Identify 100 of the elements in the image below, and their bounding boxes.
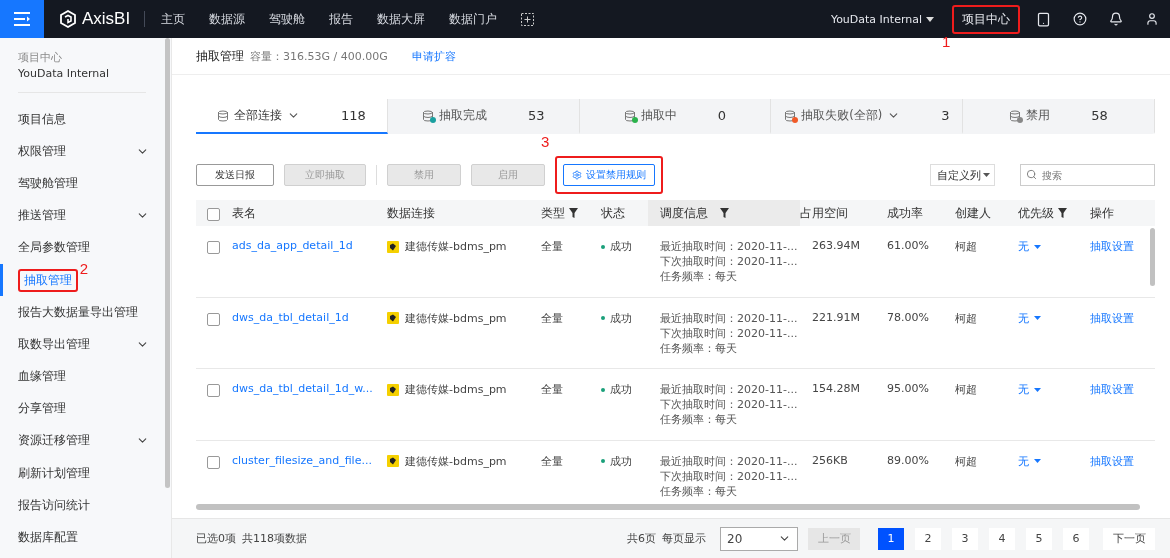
status-tab[interactable]: 抽取中 0 <box>579 99 772 134</box>
caret-icon <box>1034 459 1041 463</box>
sidebar-item[interactable]: 分享管理 <box>18 401 66 417</box>
workspace-dropdown[interactable]: YouData Internal <box>824 11 940 27</box>
next-page-button[interactable]: 下一页 <box>1103 527 1155 550</box>
database-icon <box>217 109 229 122</box>
select-all-checkbox[interactable] <box>207 207 220 221</box>
page-button[interactable]: 6 <box>1063 527 1089 550</box>
priority-dropdown[interactable]: 无 <box>1018 453 1041 469</box>
table-name-link[interactable]: dws_da_tbl_detail_1d_w... <box>232 382 373 395</box>
page-button[interactable]: 4 <box>989 527 1015 550</box>
user-icon[interactable] <box>1145 12 1159 26</box>
nav-link[interactable]: 数据源 <box>197 10 258 28</box>
priority-dropdown[interactable]: 无 <box>1018 382 1041 397</box>
schedule-line: 下次抽取时间：2020-11-... <box>660 254 799 269</box>
row-checkbox[interactable] <box>207 384 220 397</box>
scrollbar[interactable] <box>165 38 170 488</box>
scrollbar[interactable] <box>1150 228 1155 286</box>
status-tab[interactable]: 禁用 58 <box>963 99 1155 134</box>
sidebar-item[interactable]: 资源迁移管理 <box>18 433 90 449</box>
table-cell: 成功 <box>610 382 632 397</box>
extract-settings-link[interactable]: 抽取设置 <box>1090 383 1134 396</box>
total-count: 共118项数据 <box>242 531 307 546</box>
extract-settings-link[interactable]: 抽取设置 <box>1090 454 1134 468</box>
sidebar-item[interactable]: 取数导出管理 <box>18 336 90 352</box>
project-center-link[interactable]: 项目中心 <box>954 6 1018 32</box>
schedule-line: 任务频率：每天 <box>660 269 738 284</box>
scrollbar[interactable] <box>196 504 1140 510</box>
extract-settings-link[interactable]: 抽取设置 <box>1090 240 1134 253</box>
caret-icon <box>983 173 990 177</box>
help-icon[interactable] <box>1073 12 1087 26</box>
column-header: 类型 <box>541 200 601 226</box>
page-button[interactable]: 5 <box>1026 527 1052 550</box>
extract-settings-link[interactable]: 抽取设置 <box>1090 311 1134 325</box>
sidebar-item[interactable]: 推送管理 <box>18 208 66 224</box>
logo-icon <box>60 10 76 28</box>
status-count: 118 <box>341 108 366 123</box>
filter-icon[interactable] <box>569 208 578 218</box>
page-button[interactable]: 2 <box>915 527 941 550</box>
disable-rule-button[interactable]: 设置禁用规则 <box>563 164 655 186</box>
nav-link[interactable]: 数据大屏 <box>365 10 438 28</box>
status-label: 全部连接 <box>234 108 282 123</box>
status-tab[interactable]: 全部连接 118 <box>196 99 388 134</box>
schedule-line: 最近抽取时间：2020-11-... <box>660 453 799 469</box>
table-cell-text: 221.91M <box>811 310 861 326</box>
column-header: 状态 <box>601 204 626 222</box>
sidebar-item[interactable]: 抽取管理 <box>20 270 76 290</box>
table-cell: 建德传媒-bdms_pm <box>405 453 507 469</box>
sidebar-item[interactable]: 血缘管理 <box>18 369 66 385</box>
toolbar-button[interactable]: 发送日报 <box>196 164 274 186</box>
capacity-text: 容量：316.53G / 400.00G <box>250 48 388 64</box>
page-button[interactable]: 3 <box>952 527 978 550</box>
priority-dropdown[interactable]: 无 <box>1018 239 1041 254</box>
status-dot <box>601 244 605 249</box>
nav-link[interactable]: 驾驶舱 <box>257 10 318 28</box>
table-name-link[interactable]: ads_da_app_detail_1d <box>232 239 353 252</box>
column-header: 调度信息 <box>648 200 800 226</box>
schedule-line: 最近抽取时间：2020-11-... <box>660 382 799 397</box>
row-checkbox[interactable] <box>207 312 220 326</box>
request-expansion-link[interactable]: 申请扩容 <box>411 48 456 64</box>
page-size-select[interactable]: 20 <box>720 526 798 551</box>
sidebar-item[interactable]: 报告访问统计 <box>18 497 90 513</box>
tablet-icon[interactable] <box>1036 11 1051 27</box>
table-name-link[interactable]: dws_da_tbl_detail_1d <box>232 310 349 324</box>
sidebar-item[interactable]: 刷新计划管理 <box>18 465 90 481</box>
schedule-line: 下次抽取时间：2020-11-... <box>660 325 799 341</box>
status-tab[interactable]: 抽取完成 53 <box>387 99 580 134</box>
schedule-line: 下次抽取时间：2020-11-... <box>660 468 799 484</box>
sidebar-item[interactable]: 报告大数据量导出管理 <box>18 304 138 320</box>
custom-columns-dropdown[interactable]: 自定义列 <box>930 164 995 186</box>
table-cell-text: 263.94M <box>811 239 861 254</box>
sidebar-item[interactable]: 权限管理 <box>18 143 66 159</box>
sidebar-item[interactable]: 项目信息 <box>18 111 66 127</box>
nav-link[interactable]: 报告 <box>317 10 366 28</box>
search-field[interactable]: 搜索 <box>1020 164 1155 186</box>
page-count: 共6页 <box>627 531 656 546</box>
column-header: 占用空间 <box>800 204 849 222</box>
filter-icon[interactable] <box>720 208 729 218</box>
row-checkbox[interactable] <box>207 455 220 469</box>
status-dot <box>601 459 605 463</box>
schedule-line: 下次抽取时间：2020-11-... <box>660 397 799 412</box>
menu-button[interactable] <box>0 0 44 38</box>
sidebar-item[interactable]: 驾驶舱管理 <box>18 175 78 191</box>
table-cell: 建德传媒-bdms_pm <box>405 239 507 254</box>
filter-icon[interactable] <box>1058 208 1067 218</box>
row-checkbox[interactable] <box>207 241 220 254</box>
table-cell-text: 154.28M <box>811 382 861 397</box>
priority-dropdown[interactable]: 无 <box>1018 310 1041 326</box>
status-tab[interactable]: 抽取失败(全部) 3 <box>771 99 964 134</box>
table-cell-text: 78.00% <box>887 310 930 326</box>
notification-icon[interactable] <box>1109 12 1123 26</box>
connection-icon <box>387 383 399 396</box>
table-name-link[interactable]: cluster_filesize_and_file... <box>232 453 372 467</box>
table-cell-text: 柯超 <box>955 239 978 255</box>
sidebar-item[interactable]: 数据库配置 <box>18 530 78 546</box>
add-layout-icon[interactable] <box>521 12 535 26</box>
nav-link[interactable]: 主页 <box>149 10 198 28</box>
page-button[interactable]: 1 <box>878 527 904 550</box>
nav-link[interactable]: 数据门户 <box>437 10 510 28</box>
sidebar-item[interactable]: 全局参数管理 <box>18 240 90 256</box>
